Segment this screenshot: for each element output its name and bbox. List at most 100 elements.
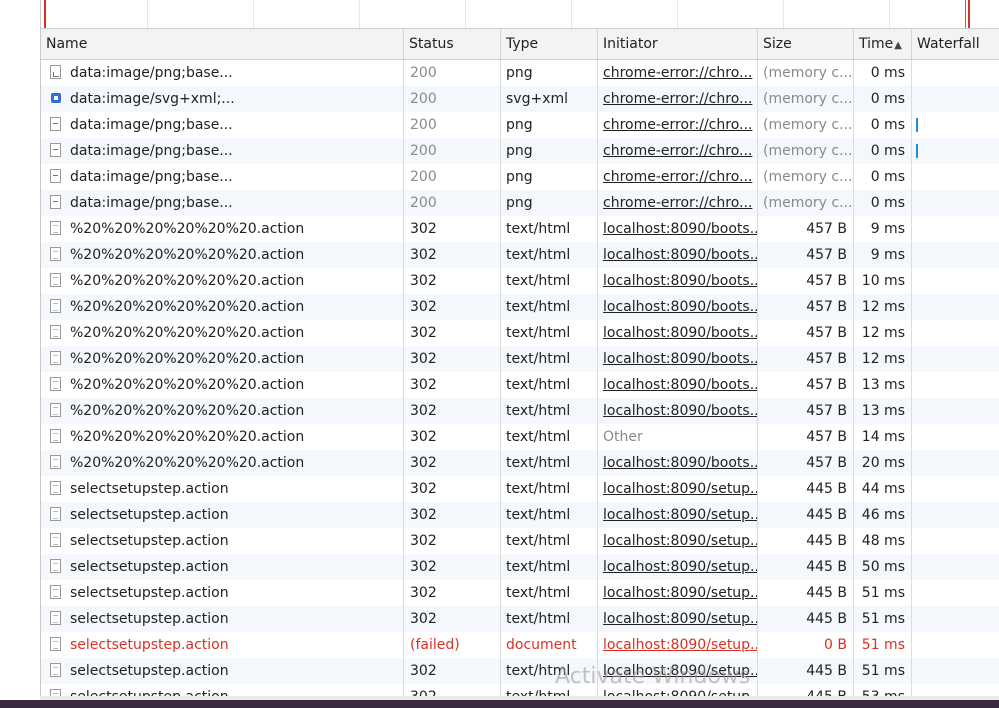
status-cell: 200: [404, 190, 501, 216]
timeline-overview[interactable]: [41, 0, 999, 29]
initiator-cell[interactable]: chrome-error://chro...: [598, 138, 758, 164]
time-cell: 13 ms: [854, 372, 912, 398]
request-name[interactable]: %20%20%20%20%20%20.action: [70, 273, 304, 289]
initiator-cell[interactable]: chrome-error://chro...: [598, 164, 758, 190]
request-name[interactable]: data:image/png;base...: [70, 65, 233, 81]
document-icon: [50, 247, 61, 261]
request-name[interactable]: data:image/png;base...: [70, 117, 233, 133]
table-row[interactable]: data:image/png;base... 200 png chrome-error…: [41, 138, 999, 164]
initiator-cell[interactable]: localhost:8090/boots...: [598, 242, 758, 268]
initiator-cell[interactable]: localhost:8090/setup...: [598, 632, 758, 658]
table-row[interactable]: %20%20%20%20%20%20.action 302 text/html loc…: [41, 372, 999, 398]
column-header-status[interactable]: Status: [404, 29, 501, 59]
name-cell: %20%20%20%20%20%20.action: [41, 346, 404, 372]
table-row[interactable]: data:image/png;base... 200 png chrome-error…: [41, 60, 999, 86]
table-row[interactable]: %20%20%20%20%20%20.action 302 text/html loc…: [41, 216, 999, 242]
table-row[interactable]: data:image/png;base... 200 png chrome-error…: [41, 112, 999, 138]
size-cell: 457 B: [758, 216, 854, 242]
table-row[interactable]: selectsetupstep.action (failed) document lo…: [41, 632, 999, 658]
initiator-cell[interactable]: chrome-error://chro...: [598, 190, 758, 216]
table-row[interactable]: %20%20%20%20%20%20.action 302 text/html loc…: [41, 268, 999, 294]
initiator-cell[interactable]: localhost:8090/boots...: [598, 320, 758, 346]
request-name[interactable]: %20%20%20%20%20%20.action: [70, 455, 304, 471]
taskbar-edge: [0, 700, 999, 708]
initiator-cell[interactable]: localhost:8090/setup...: [598, 476, 758, 502]
status-cell: 200: [404, 112, 501, 138]
request-name[interactable]: %20%20%20%20%20%20.action: [70, 429, 304, 445]
status-cell: 302: [404, 372, 501, 398]
initiator-cell[interactable]: localhost:8090/boots...: [598, 450, 758, 476]
table-row[interactable]: selectsetupstep.action 302 text/html localh…: [41, 502, 999, 528]
time-cell: 50 ms: [854, 554, 912, 580]
table-row[interactable]: data:image/svg+xml;... 200 svg+xml chrome-e…: [41, 86, 999, 112]
table-row[interactable]: %20%20%20%20%20%20.action 302 text/html loc…: [41, 346, 999, 372]
request-name[interactable]: %20%20%20%20%20%20.action: [70, 299, 304, 315]
request-name[interactable]: selectsetupstep.action: [70, 533, 229, 549]
column-header-name[interactable]: Name: [41, 29, 404, 59]
request-name[interactable]: selectsetupstep.action: [70, 637, 229, 653]
initiator-cell[interactable]: localhost:8090/boots...: [598, 346, 758, 372]
column-header-type[interactable]: Type: [501, 29, 598, 59]
table-row[interactable]: selectsetupstep.action 302 text/html localh…: [41, 554, 999, 580]
initiator-cell[interactable]: chrome-error://chro...: [598, 60, 758, 86]
waterfall-cell: [912, 320, 999, 346]
table-row[interactable]: selectsetupstep.action 302 text/html localh…: [41, 580, 999, 606]
column-header-initiator[interactable]: Initiator: [598, 29, 758, 59]
waterfall-cell: [912, 606, 999, 632]
request-name[interactable]: selectsetupstep.action: [70, 559, 229, 575]
table-row[interactable]: data:image/png;base... 200 png chrome-error…: [41, 164, 999, 190]
request-name[interactable]: %20%20%20%20%20%20.action: [70, 221, 304, 237]
table-row[interactable]: %20%20%20%20%20%20.action 302 text/html loc…: [41, 294, 999, 320]
initiator-cell[interactable]: localhost:8090/boots...: [598, 294, 758, 320]
request-name[interactable]: %20%20%20%20%20%20.action: [70, 377, 304, 393]
request-name[interactable]: selectsetupstep.action: [70, 611, 229, 627]
document-icon: [50, 507, 61, 521]
table-row[interactable]: %20%20%20%20%20%20.action 302 text/html loc…: [41, 450, 999, 476]
waterfall-bar: [916, 144, 918, 158]
activation-watermark: Activate Windows: [555, 664, 751, 689]
type-cell: text/html: [501, 268, 598, 294]
table-row[interactable]: %20%20%20%20%20%20.action 302 text/html loc…: [41, 398, 999, 424]
initiator-cell[interactable]: localhost:8090/setup...: [598, 554, 758, 580]
initiator-cell[interactable]: localhost:8090/setup...: [598, 606, 758, 632]
request-name[interactable]: data:image/svg+xml;...: [70, 91, 235, 107]
initiator-cell[interactable]: chrome-error://chro...: [598, 112, 758, 138]
type-cell: text/html: [501, 242, 598, 268]
table-row[interactable]: selectsetupstep.action 302 text/html localh…: [41, 528, 999, 554]
initiator-cell[interactable]: localhost:8090/setup...: [598, 528, 758, 554]
table-row[interactable]: %20%20%20%20%20%20.action 302 text/html Oth…: [41, 424, 999, 450]
initiator-cell[interactable]: localhost:8090/setup...: [598, 580, 758, 606]
initiator-cell[interactable]: localhost:8090/boots...: [598, 372, 758, 398]
table-row[interactable]: data:image/png;base... 200 png chrome-error…: [41, 190, 999, 216]
initiator-cell[interactable]: localhost:8090/boots...: [598, 268, 758, 294]
initiator-cell[interactable]: localhost:8090/setup...: [598, 502, 758, 528]
name-cell: data:image/png;base...: [41, 164, 404, 190]
request-name[interactable]: %20%20%20%20%20%20.action: [70, 325, 304, 341]
request-name[interactable]: selectsetupstep.action: [70, 481, 229, 497]
initiator-cell[interactable]: chrome-error://chro...: [598, 86, 758, 112]
initiator-cell[interactable]: localhost:8090/boots...: [598, 216, 758, 242]
table-row[interactable]: %20%20%20%20%20%20.action 302 text/html loc…: [41, 242, 999, 268]
request-name[interactable]: selectsetupstep.action: [70, 585, 229, 601]
request-name[interactable]: selectsetupstep.action: [70, 663, 229, 679]
column-header-waterfall[interactable]: Waterfall: [912, 29, 999, 59]
request-name[interactable]: data:image/png;base...: [70, 195, 233, 211]
request-name[interactable]: selectsetupstep.action: [70, 507, 229, 523]
time-cell: 14 ms: [854, 424, 912, 450]
request-name[interactable]: %20%20%20%20%20%20.action: [70, 403, 304, 419]
table-row[interactable]: selectsetupstep.action 302 text/html localh…: [41, 658, 999, 684]
column-header-size[interactable]: Size: [758, 29, 854, 59]
column-header-time[interactable]: Time▲: [854, 29, 912, 59]
table-row[interactable]: selectsetupstep.action 302 text/html localh…: [41, 606, 999, 632]
request-name[interactable]: data:image/png;base...: [70, 143, 233, 159]
initiator-cell[interactable]: localhost:8090/boots...: [598, 398, 758, 424]
request-name[interactable]: data:image/png;base...: [70, 169, 233, 185]
type-cell: png: [501, 164, 598, 190]
request-name[interactable]: %20%20%20%20%20%20.action: [70, 247, 304, 263]
request-name[interactable]: %20%20%20%20%20%20.action: [70, 351, 304, 367]
overview-gridline: [783, 0, 784, 28]
waterfall-cell: [912, 632, 999, 658]
table-row[interactable]: %20%20%20%20%20%20.action 302 text/html loc…: [41, 320, 999, 346]
column-header-type-label: Type: [506, 36, 539, 52]
table-row[interactable]: selectsetupstep.action 302 text/html localh…: [41, 476, 999, 502]
